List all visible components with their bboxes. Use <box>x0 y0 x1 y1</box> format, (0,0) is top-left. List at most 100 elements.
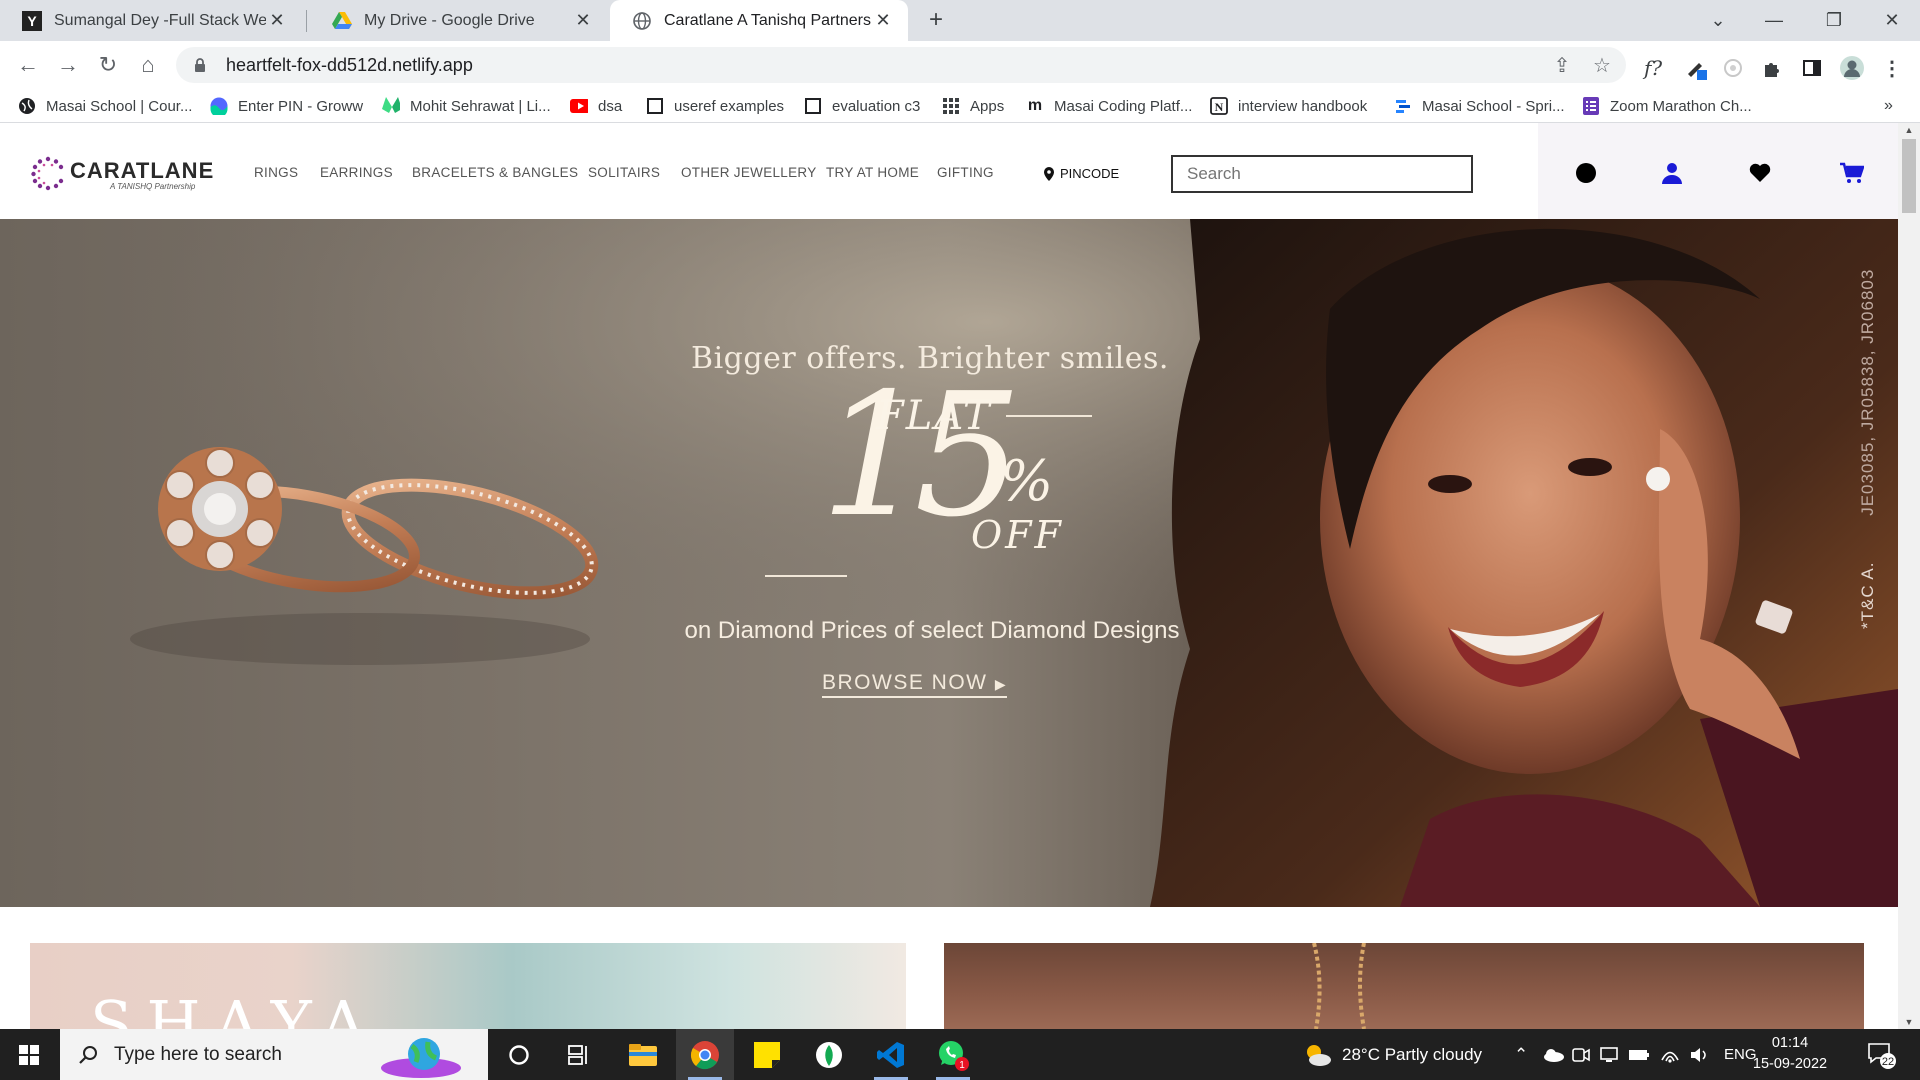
pen-extension-icon[interactable] <box>1683 55 1709 81</box>
bookmark-label: Apps <box>970 97 1005 115</box>
hero-off-label: OFF <box>971 513 1064 557</box>
windows-start-icon[interactable] <box>0 1029 58 1080</box>
display-icon[interactable] <box>1600 1029 1618 1080</box>
caratlane-logo[interactable]: CARATLANE A TANISHQ Partnership <box>30 155 213 191</box>
nav-try-at-home[interactable]: TRY AT HOME <box>826 165 919 180</box>
shaya-collection-card[interactable]: SHAYA <box>30 943 906 1029</box>
collection-card-gold[interactable] <box>944 943 1864 1029</box>
pincode-label: PINCODE <box>1060 166 1120 181</box>
scroll-down-icon[interactable]: ▼ <box>1903 1017 1915 1027</box>
nav-earrings[interactable]: EARRINGS <box>320 165 393 180</box>
tab-strip: Y Sumangal Dey -Full Stack Web D ✕ My Dr… <box>0 0 1920 41</box>
taskbar-search-placeholder: Type here to search <box>114 1043 282 1065</box>
address-bar[interactable]: heartfelt-fox-dd512d.netlify.app <box>176 47 1626 83</box>
google-drive-icon <box>332 11 352 31</box>
weather-widget[interactable]: 28°C Partly cloudy <box>1302 1029 1482 1080</box>
chrome-menu-icon[interactable]: ⋮ <box>1879 55 1905 81</box>
bookmark-evaluation-c3[interactable]: evaluation c3 <box>804 95 920 117</box>
mongodb-icon[interactable] <box>800 1029 858 1080</box>
tab-google-drive[interactable]: My Drive - Google Drive ✕ <box>310 0 608 41</box>
forward-icon[interactable]: → <box>52 49 84 81</box>
cortana-icon[interactable] <box>490 1029 548 1080</box>
record-extension-icon[interactable] <box>1720 55 1746 81</box>
formula-extension-icon[interactable]: f? <box>1640 55 1666 81</box>
battery-icon[interactable] <box>1628 1029 1650 1080</box>
site-search-input[interactable] <box>1171 155 1473 193</box>
account-icon[interactable] <box>1660 161 1684 185</box>
weather-text: 28°C Partly cloudy <box>1342 1044 1483 1064</box>
lock-icon[interactable] <box>192 57 208 73</box>
bookmark-mohit-sehrawat[interactable]: Mohit Sehrawat | Li... <box>382 95 551 117</box>
task-view-icon[interactable] <box>550 1029 608 1080</box>
reload-icon[interactable]: ↻ <box>92 49 124 81</box>
taskbar-search-box[interactable]: Type here to search <box>60 1029 488 1080</box>
bookmark-label: Masai School - Spri... <box>1422 97 1565 115</box>
tab-search-chevron-icon[interactable]: ⌄ <box>1690 0 1746 41</box>
tray-overflow-chevron-icon[interactable]: ⌃ <box>1514 1029 1528 1080</box>
side-panel-icon[interactable] <box>1799 55 1825 81</box>
file-explorer-icon[interactable] <box>614 1029 672 1080</box>
wishlist-heart-icon[interactable] <box>1748 161 1772 185</box>
whatsapp-icon[interactable]: 1 <box>924 1029 982 1080</box>
browse-now-label: BROWSE NOW <box>822 671 988 694</box>
theme-circle-icon[interactable] <box>1574 161 1598 185</box>
bookmark-interview-handbook[interactable]: Ninterview handbook <box>1210 95 1367 117</box>
taskbar-clock[interactable]: 01:14 15-09-2022 <box>1748 1033 1832 1075</box>
scroll-up-icon[interactable]: ▲ <box>1903 125 1915 135</box>
location-pin-icon <box>1044 166 1054 181</box>
share-icon[interactable]: ⇪ <box>1544 47 1580 83</box>
bookmark-dsa[interactable]: dsa <box>570 95 622 117</box>
url-text[interactable]: heartfelt-fox-dd512d.netlify.app <box>226 55 473 76</box>
bookmark-useref-examples[interactable]: useref examples <box>646 95 784 117</box>
page-scrollbar[interactable]: ▲ ▼ <box>1898 123 1920 1029</box>
gold-chain-art <box>1312 943 1366 1029</box>
bookmark-masai-spring[interactable]: Masai School - Spri... <box>1394 95 1565 117</box>
tab-sumangal[interactable]: Y Sumangal Dey -Full Stack Web D ✕ <box>0 0 302 41</box>
shaya-title: SHAYA <box>90 987 380 1029</box>
pincode-button[interactable]: PINCODE <box>1044 166 1119 181</box>
nav-bracelets-bangles[interactable]: BRACELETS & BANGLES <box>412 165 578 180</box>
back-icon[interactable]: ← <box>12 49 44 81</box>
minimize-button[interactable]: — <box>1746 0 1802 41</box>
logo-tagline: A TANISHQ Partnership <box>110 182 196 191</box>
nav-solitairs[interactable]: SOLITAIRS <box>588 165 660 180</box>
hero-flat-label: FLAT <box>876 393 992 439</box>
nav-rings[interactable]: RINGS <box>254 165 298 180</box>
new-tab-button[interactable]: + <box>922 6 950 34</box>
apps-grid-icon <box>942 97 960 115</box>
bookmark-zoom-marathon[interactable]: Zoom Marathon Ch... <box>1582 95 1752 117</box>
close-window-button[interactable]: ✕ <box>1864 0 1920 41</box>
hero-banner[interactable]: Bigger offers. Brighter smiles. 15 FLAT … <box>0 219 1898 907</box>
flat-underline <box>1006 415 1092 417</box>
nav-other-jewellery[interactable]: OTHER JEWELLERY <box>681 165 817 180</box>
groww-icon <box>210 97 228 115</box>
close-icon[interactable]: ✕ <box>872 10 894 32</box>
bookmark-star-icon[interactable]: ☆ <box>1584 47 1620 83</box>
close-icon[interactable]: ✕ <box>266 10 288 32</box>
profile-avatar-icon[interactable] <box>1839 55 1865 81</box>
wifi-icon[interactable] <box>1660 1029 1680 1080</box>
globe-icon <box>632 11 652 31</box>
scrollbar-thumb[interactable] <box>1902 139 1916 213</box>
vscode-icon[interactable] <box>862 1029 920 1080</box>
bookmark-masai-coding[interactable]: m Masai Coding Platf... <box>1026 95 1193 117</box>
bookmarks-overflow-icon[interactable]: » <box>1884 95 1893 117</box>
nav-gifting[interactable]: GIFTING <box>937 165 994 180</box>
maximize-button[interactable]: ❐ <box>1806 0 1862 41</box>
bookmark-masai-course[interactable]: Masai School | Cour... <box>18 95 192 117</box>
chrome-taskbar-icon[interactable] <box>676 1029 734 1080</box>
cart-icon[interactable] <box>1840 161 1864 185</box>
home-icon[interactable]: ⌂ <box>132 49 164 81</box>
volume-icon[interactable] <box>1690 1029 1710 1080</box>
tab-caratlane[interactable]: Caratlane A Tanishq Partnership ✕ <box>610 0 908 41</box>
browse-now-button[interactable]: BROWSE NOW ▶ <box>822 671 1008 698</box>
bookmark-groww[interactable]: Enter PIN - Groww <box>210 95 363 117</box>
extensions-puzzle-icon[interactable] <box>1759 55 1785 81</box>
sticky-notes-icon[interactable] <box>738 1029 796 1080</box>
notification-center-icon[interactable]: 22 <box>1866 1029 1896 1080</box>
meet-now-icon[interactable] <box>1572 1029 1590 1080</box>
bookmark-apps[interactable]: Apps <box>942 95 1004 117</box>
close-icon[interactable]: ✕ <box>572 10 594 32</box>
search-highlight-globe-icon <box>376 1032 466 1078</box>
onedrive-cloud-icon[interactable] <box>1542 1029 1564 1080</box>
